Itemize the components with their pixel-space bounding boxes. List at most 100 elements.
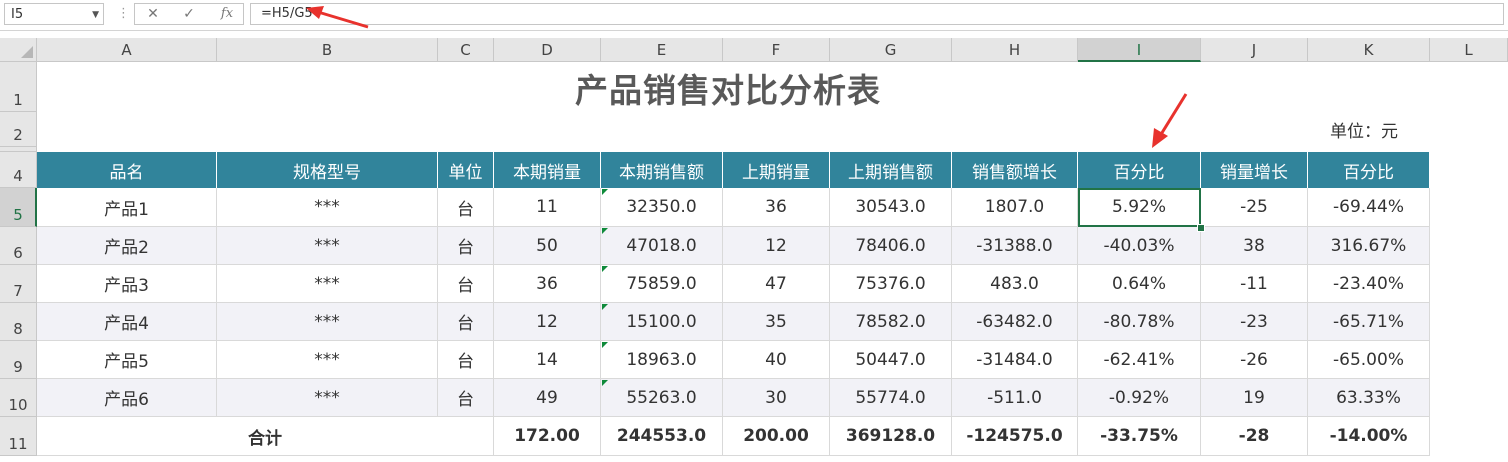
table-cell[interactable]: *** [217, 188, 438, 227]
table-cell[interactable]: 1807.0 [952, 188, 1078, 227]
row-header-2[interactable]: 2 [0, 112, 37, 147]
table-cell[interactable]: -23 [1201, 303, 1308, 341]
total-label[interactable]: 合计 [37, 417, 494, 456]
total-cell[interactable]: -124575.0 [952, 417, 1078, 456]
table-cell[interactable]: 75376.0 [830, 265, 952, 303]
table-cell[interactable]: -80.78% [1078, 303, 1201, 341]
total-cell[interactable]: 244553.0 [601, 417, 723, 456]
column-header-e[interactable]: E [601, 38, 723, 62]
total-cell[interactable]: 200.00 [723, 417, 830, 456]
table-header-cell[interactable]: 上期销量 [723, 152, 830, 188]
table-cell[interactable]: *** [217, 379, 438, 417]
table-cell[interactable]: 0.64% [1078, 265, 1201, 303]
column-header-b[interactable]: B [217, 38, 438, 62]
table-cell[interactable]: 台 [438, 227, 494, 265]
table-cell[interactable]: 12 [723, 227, 830, 265]
table-cell[interactable]: 30543.0 [830, 188, 952, 227]
enter-icon[interactable]: ✓ [177, 3, 201, 25]
column-header-g[interactable]: G [830, 38, 952, 62]
table-cell[interactable]: -40.03% [1078, 227, 1201, 265]
table-cell[interactable]: 产品4 [37, 303, 217, 341]
number-stored-as-text-indicator[interactable] [602, 380, 608, 386]
row-header-10[interactable]: 10 [0, 379, 37, 417]
total-cell[interactable]: 172.00 [494, 417, 601, 456]
table-cell[interactable]: -25 [1201, 188, 1308, 227]
table-header-cell[interactable]: 品名 [37, 152, 217, 188]
row-header-6[interactable]: 6 [0, 227, 37, 265]
table-cell[interactable]: 35 [723, 303, 830, 341]
table-cell[interactable]: 38 [1201, 227, 1308, 265]
fill-handle[interactable] [1197, 224, 1205, 232]
table-cell[interactable]: *** [217, 341, 438, 379]
table-cell[interactable]: 台 [438, 303, 494, 341]
column-header-a[interactable]: A [37, 38, 217, 62]
table-cell[interactable]: 78406.0 [830, 227, 952, 265]
table-cell[interactable]: *** [217, 303, 438, 341]
row-header-4[interactable]: 4 [0, 152, 37, 188]
cancel-icon[interactable]: ✕ [141, 3, 165, 25]
name-box[interactable]: I5 ▼ [4, 3, 104, 25]
table-cell[interactable]: 12 [494, 303, 601, 341]
row-header-7[interactable]: 7 [0, 265, 37, 303]
table-cell[interactable]: 产品2 [37, 227, 217, 265]
total-cell[interactable]: -28 [1201, 417, 1308, 456]
table-cell[interactable]: 49 [494, 379, 601, 417]
table-cell[interactable]: 11 [494, 188, 601, 227]
column-header-h[interactable]: H [952, 38, 1078, 62]
table-cell[interactable]: 50447.0 [830, 341, 952, 379]
table-cell[interactable]: -511.0 [952, 379, 1078, 417]
table-header-cell[interactable]: 百分比 [1308, 152, 1430, 188]
table-cell[interactable]: -23.40% [1308, 265, 1430, 303]
table-header-cell[interactable]: 本期销量 [494, 152, 601, 188]
table-cell[interactable]: -65.71% [1308, 303, 1430, 341]
table-cell[interactable]: 47018.0 [601, 227, 723, 265]
table-cell[interactable]: 50 [494, 227, 601, 265]
row-header-1[interactable]: 1 [0, 62, 37, 112]
table-header-cell[interactable]: 销量增长 [1201, 152, 1308, 188]
column-header-k[interactable]: K [1308, 38, 1430, 62]
column-header-j[interactable]: J [1201, 38, 1308, 62]
table-cell[interactable]: 台 [438, 265, 494, 303]
table-cell[interactable]: *** [217, 265, 438, 303]
table-cell[interactable]: 40 [723, 341, 830, 379]
table-cell[interactable]: 78582.0 [830, 303, 952, 341]
table-cell[interactable]: 483.0 [952, 265, 1078, 303]
table-cell[interactable]: -62.41% [1078, 341, 1201, 379]
column-header-f[interactable]: F [723, 38, 830, 62]
table-header-cell[interactable]: 本期销售额 [601, 152, 723, 188]
table-header-cell[interactable]: 规格型号 [217, 152, 438, 188]
table-cell[interactable]: -65.00% [1308, 341, 1430, 379]
table-cell[interactable]: 台 [438, 379, 494, 417]
table-cell[interactable]: 47 [723, 265, 830, 303]
table-cell[interactable]: 产品1 [37, 188, 217, 227]
table-header-cell[interactable]: 单位 [438, 152, 494, 188]
table-cell[interactable]: -63482.0 [952, 303, 1078, 341]
chevron-down-icon[interactable]: ▼ [92, 4, 99, 26]
table-cell[interactable]: 14 [494, 341, 601, 379]
table-cell[interactable]: 15100.0 [601, 303, 723, 341]
number-stored-as-text-indicator[interactable] [602, 266, 608, 272]
total-cell[interactable]: -14.00% [1308, 417, 1430, 456]
table-cell[interactable]: -69.44% [1308, 188, 1430, 227]
table-cell[interactable]: *** [217, 227, 438, 265]
table-header-cell[interactable]: 销售额增长 [952, 152, 1078, 188]
row-header-11[interactable]: 11 [0, 417, 37, 456]
number-stored-as-text-indicator[interactable] [602, 228, 608, 234]
table-cell[interactable]: 产品3 [37, 265, 217, 303]
table-cell[interactable]: -31388.0 [952, 227, 1078, 265]
table-cell[interactable]: 台 [438, 188, 494, 227]
table-cell[interactable]: 55263.0 [601, 379, 723, 417]
row-header-9[interactable]: 9 [0, 341, 37, 379]
total-cell[interactable]: -33.75% [1078, 417, 1201, 456]
column-header-c[interactable]: C [438, 38, 494, 62]
table-cell[interactable]: 75859.0 [601, 265, 723, 303]
column-header-l[interactable]: L [1430, 38, 1508, 62]
table-cell[interactable]: 32350.0 [601, 188, 723, 227]
table-cell[interactable]: 19 [1201, 379, 1308, 417]
total-cell[interactable]: 369128.0 [830, 417, 952, 456]
number-stored-as-text-indicator[interactable] [602, 189, 608, 195]
insert-function-icon[interactable]: fx [215, 3, 239, 25]
number-stored-as-text-indicator[interactable] [602, 304, 608, 310]
table-cell[interactable]: 55774.0 [830, 379, 952, 417]
table-cell[interactable]: 30 [723, 379, 830, 417]
